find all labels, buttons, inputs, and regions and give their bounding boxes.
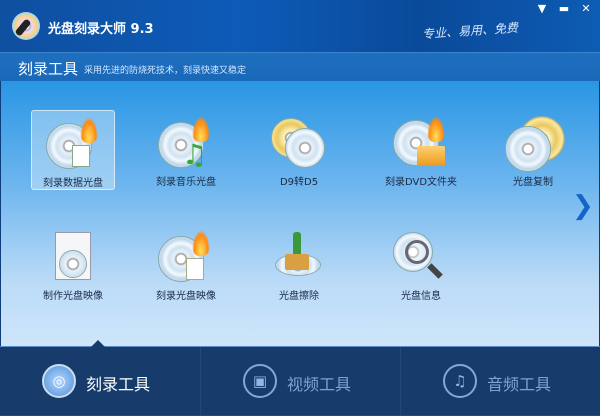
tool-disc-copy[interactable]: 光盘复制 [491, 110, 575, 190]
app-logo-icon [12, 12, 40, 40]
tool-label: 制作光盘映像 [43, 291, 103, 302]
disc-icon: ◎ [42, 364, 76, 398]
disc-copy-icon [505, 116, 565, 172]
tool-label: 刻录数据光盘 [43, 178, 103, 189]
d9-d5-icon [271, 116, 325, 170]
tool-make-image[interactable]: 制作光盘映像 [31, 224, 115, 304]
app-title: 光盘刻录大师 9.3 [48, 22, 154, 37]
tool-label: 刻录DVD文件夹 [384, 177, 458, 188]
tab-label: 刻录工具 [86, 375, 151, 394]
section-header: 刻录工具 采用先进的防烧死技术，刻录快速又稳定 [0, 52, 600, 81]
music-note-icon: ♫ [443, 364, 477, 398]
tool-burn-music-disc[interactable]: ♫ 刻录音乐光盘 [144, 110, 228, 190]
tool-label: 光盘复制 [513, 177, 553, 188]
tab-burn-tools[interactable]: ◎ 刻录工具 [0, 347, 200, 416]
tool-grid: 刻录数据光盘 ♫ 刻录音乐光盘 D9转D5 刻录DVD文件夹 光盘复制 ❯ 制作光… [0, 81, 600, 346]
section-title: 刻录工具 [18, 60, 79, 78]
close-icon[interactable]: ✕ [576, 2, 596, 16]
dvd-folder-icon [393, 116, 447, 170]
tab-video-tools[interactable]: ▣ 视频工具 [200, 347, 400, 416]
erase-brush-icon [271, 230, 325, 284]
tool-label: 光盘信息 [401, 291, 441, 302]
next-page-arrow-icon[interactable]: ❯ [572, 191, 594, 221]
menu-icon[interactable]: ▼ [532, 2, 552, 16]
disc-image-icon [45, 230, 99, 284]
tool-burn-dvd-folder[interactable]: 刻录DVD文件夹 [379, 110, 463, 190]
tool-erase-disc[interactable]: 光盘擦除 [257, 224, 341, 304]
slogan: 专业、易用、免费 [421, 20, 519, 42]
tab-label: 音频工具 [487, 375, 552, 394]
bottom-nav: ◎ 刻录工具 ▣ 视频工具 ♫ 音频工具 [0, 340, 600, 416]
tab-label: 视频工具 [287, 375, 352, 394]
tool-label: 光盘擦除 [279, 291, 319, 302]
tool-d9-to-d5[interactable]: D9转D5 [257, 110, 341, 190]
active-tab-indicator [91, 340, 105, 347]
tool-label: D9转D5 [279, 177, 319, 188]
tool-burn-data-disc[interactable]: 刻录数据光盘 [31, 110, 115, 190]
tool-disc-info[interactable]: 光盘信息 [379, 224, 463, 304]
tool-label: 刻录音乐光盘 [156, 177, 216, 188]
music-disc-icon: ♫ [158, 116, 212, 171]
data-disc-icon [46, 117, 100, 171]
burn-image-icon [158, 230, 212, 284]
tool-label: 刻录光盘映像 [156, 291, 216, 302]
tool-burn-image[interactable]: 刻录光盘映像 [144, 224, 228, 304]
section-description: 采用先进的防烧死技术，刻录快速又稳定 [84, 66, 247, 76]
film-icon: ▣ [243, 364, 277, 398]
minimize-icon[interactable]: ▬ [554, 2, 574, 16]
title-bar: 光盘刻录大师 9.3 专业、易用、免费 ▼ ▬ ✕ [0, 0, 600, 52]
magnifier-disc-icon [393, 230, 447, 284]
tab-audio-tools[interactable]: ♫ 音频工具 [400, 347, 600, 416]
